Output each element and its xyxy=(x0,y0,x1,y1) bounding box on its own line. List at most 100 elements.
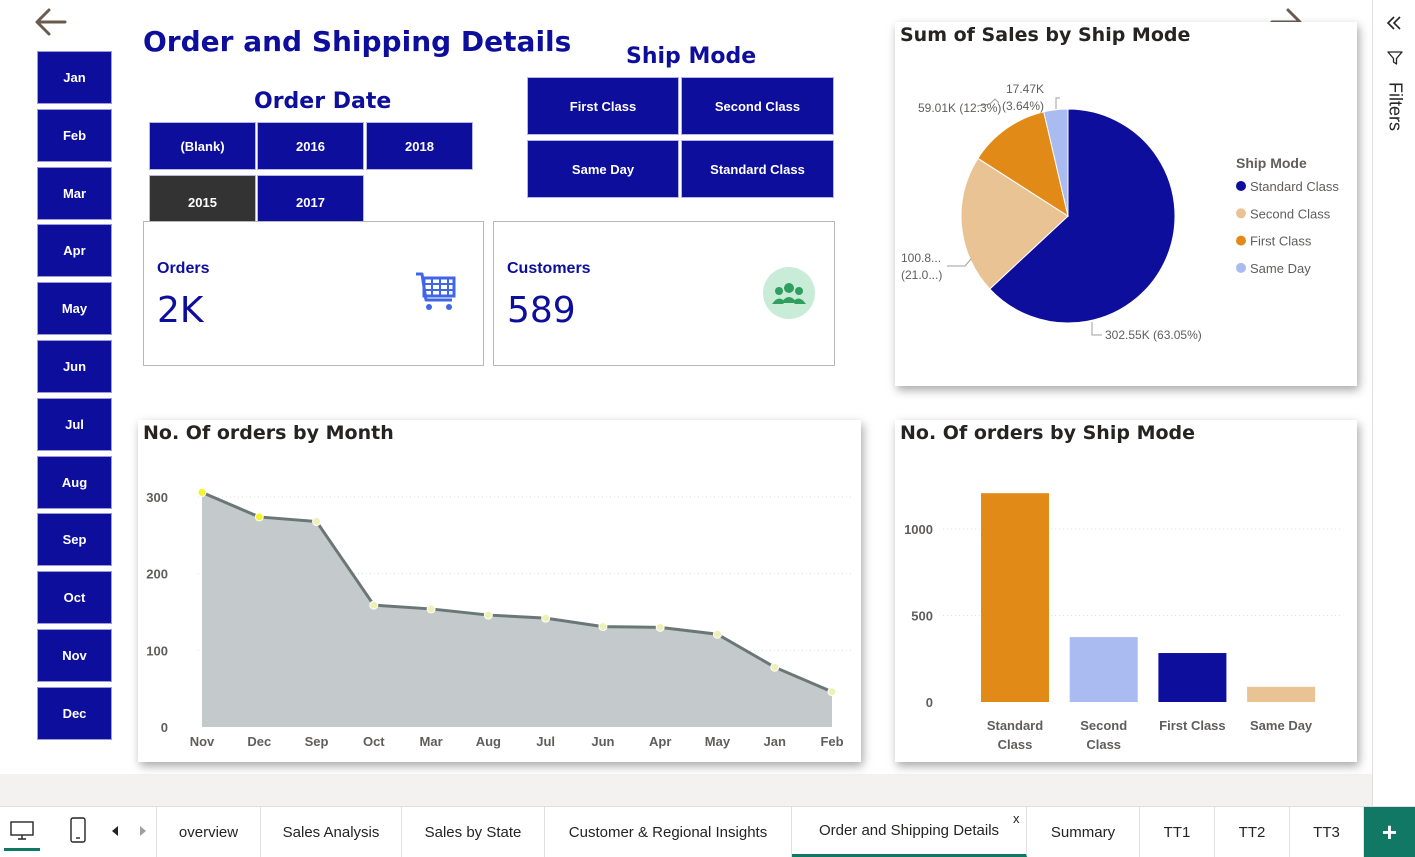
data-point[interactable] xyxy=(369,600,379,610)
bar-same-day[interactable] xyxy=(1247,686,1316,702)
y-tick-label: 0 xyxy=(926,695,933,710)
tab-summary[interactable]: Summary xyxy=(1027,807,1140,857)
month-sep[interactable]: Sep xyxy=(37,513,112,567)
y-tick-label: 100 xyxy=(146,643,168,658)
leader-line xyxy=(1055,97,1060,109)
scroll-left-icon[interactable] xyxy=(110,825,120,837)
tab-order-and-shipping-details[interactable]: Order and Shipping Details xyxy=(792,807,1027,857)
y-tick-label: 1000 xyxy=(904,522,933,537)
legend-marker xyxy=(1236,262,1246,273)
area-fill xyxy=(202,492,832,727)
ship-mode-same-day[interactable]: Same Day xyxy=(527,140,679,198)
tab-tt3[interactable]: TT3 xyxy=(1290,807,1364,857)
x-tick-label: Jul xyxy=(536,734,555,749)
data-point[interactable] xyxy=(655,622,665,632)
data-point[interactable] xyxy=(712,629,722,639)
tab-tt2[interactable]: TT2 xyxy=(1215,807,1290,857)
desktop-view-button[interactable] xyxy=(4,813,40,851)
ship-mode-second-class[interactable]: Second Class xyxy=(681,77,834,135)
month-may[interactable]: May xyxy=(37,282,112,336)
month-nov[interactable]: Nov xyxy=(37,629,112,682)
orders-label: Orders xyxy=(157,260,210,277)
desktop-icon xyxy=(10,821,34,840)
order-date-2018[interactable]: 2018 xyxy=(366,122,473,170)
tab-overview[interactable]: overview xyxy=(157,807,261,857)
back-arrow-icon[interactable] xyxy=(33,4,69,40)
x-tick-label: Standard Class xyxy=(987,718,1043,752)
month-mar[interactable]: Mar xyxy=(37,166,112,220)
x-tick-label: Sep xyxy=(305,734,329,749)
close-tab-icon[interactable]: x xyxy=(1013,811,1020,826)
filters-pane: Filters xyxy=(1372,0,1415,806)
ship-mode-first-class[interactable]: First Class xyxy=(527,77,679,135)
data-point[interactable] xyxy=(312,517,322,527)
data-label: 100.8... xyxy=(901,251,941,265)
data-point[interactable] xyxy=(483,610,493,620)
legend-marker xyxy=(1236,181,1246,191)
mobile-icon[interactable] xyxy=(69,817,87,843)
x-tick-label: Mar xyxy=(420,734,443,749)
data-point[interactable] xyxy=(254,512,264,522)
filter-icon[interactable] xyxy=(1387,50,1403,66)
month-aug[interactable]: Aug xyxy=(37,455,112,509)
x-tick-label: First Class xyxy=(1159,718,1225,733)
order-date-blank[interactable]: (Blank) xyxy=(149,122,256,170)
x-tick-label: Jan xyxy=(764,734,786,749)
area-chart: 0 100 200 300 Nov Dec Sep Oct Mar Aug Jul Jun Apr May… xyxy=(146,487,853,749)
scroll-right-icon[interactable] xyxy=(138,825,148,837)
order-date-2016[interactable]: 2016 xyxy=(257,122,364,170)
data-point[interactable] xyxy=(598,622,608,632)
x-tick-label-line: Class xyxy=(998,737,1033,752)
month-jul[interactable]: Jul xyxy=(37,397,112,451)
shopping-cart-icon xyxy=(416,272,456,310)
x-tick-label: Aug xyxy=(476,734,501,749)
month-jun[interactable]: Jun xyxy=(37,340,112,393)
customers-label: Customers xyxy=(507,260,591,277)
bar-second-class[interactable] xyxy=(1069,637,1138,702)
data-label: (3.64%) xyxy=(1002,99,1044,113)
legend-title: Ship Mode xyxy=(1236,155,1307,171)
legend-marker xyxy=(1236,208,1246,219)
filters-label[interactable]: Filters xyxy=(1375,82,1415,131)
page-title: Order and Shipping Details xyxy=(143,25,572,58)
month-dec[interactable]: Dec xyxy=(37,686,112,740)
tab-sales-by-state[interactable]: Sales by State xyxy=(402,807,545,857)
data-point[interactable] xyxy=(827,687,837,697)
legend-item: Same Day xyxy=(1250,261,1311,276)
x-tick-label: Feb xyxy=(820,734,843,749)
legend-item: Standard Class xyxy=(1250,179,1339,194)
data-point[interactable] xyxy=(426,604,436,614)
tab-customer-regional-insights[interactable]: Customer & Regional Insights xyxy=(545,807,792,857)
bar-first-class[interactable] xyxy=(1158,653,1227,702)
month-jan[interactable]: Jan xyxy=(37,51,112,104)
data-point[interactable] xyxy=(197,487,207,497)
add-page-button[interactable]: + xyxy=(1364,807,1415,857)
data-point[interactable] xyxy=(770,662,780,672)
bar-standard-class[interactable] xyxy=(981,493,1049,702)
orders-card: Orders 2K xyxy=(143,221,484,366)
order-date-2015[interactable]: 2015 xyxy=(149,175,256,223)
pie-chart: 302.55K (63.05%) 100.8... (21.0...) 59.01K … xyxy=(901,82,1339,342)
x-tick-label-line: Class xyxy=(1086,737,1121,752)
y-tick-label: 300 xyxy=(146,490,168,505)
leader-line xyxy=(947,258,972,267)
x-tick-label-line: Second xyxy=(1080,718,1127,733)
order-date-2017[interactable]: 2017 xyxy=(257,175,364,223)
ship-mode-standard-class[interactable]: Standard Class xyxy=(681,140,834,198)
month-feb[interactable]: Feb xyxy=(37,108,112,162)
x-tick-label: Dec xyxy=(247,734,271,749)
month-apr[interactable]: Apr xyxy=(37,224,112,278)
x-tick-label-line: Standard xyxy=(987,718,1043,733)
x-tick-label: Nov xyxy=(190,734,215,749)
ship-mode-title: Ship Mode xyxy=(626,44,757,69)
x-tick-label: Second Class xyxy=(1080,718,1127,752)
data-label: 59.01K (12.3%) xyxy=(918,101,1001,115)
tab-sales-analysis[interactable]: Sales Analysis xyxy=(261,807,402,857)
x-tick-label: Same Day xyxy=(1250,718,1313,733)
x-tick-label: May xyxy=(705,734,731,749)
collapse-chevron-icon[interactable] xyxy=(1385,14,1403,32)
sales-by-ship-mode-visual: Sum of Sales by Ship Mode 302.55K (63.05… xyxy=(895,22,1357,386)
data-point[interactable] xyxy=(541,613,551,623)
tab-tt1[interactable]: TT1 xyxy=(1140,807,1215,857)
month-oct[interactable]: Oct xyxy=(37,571,112,625)
